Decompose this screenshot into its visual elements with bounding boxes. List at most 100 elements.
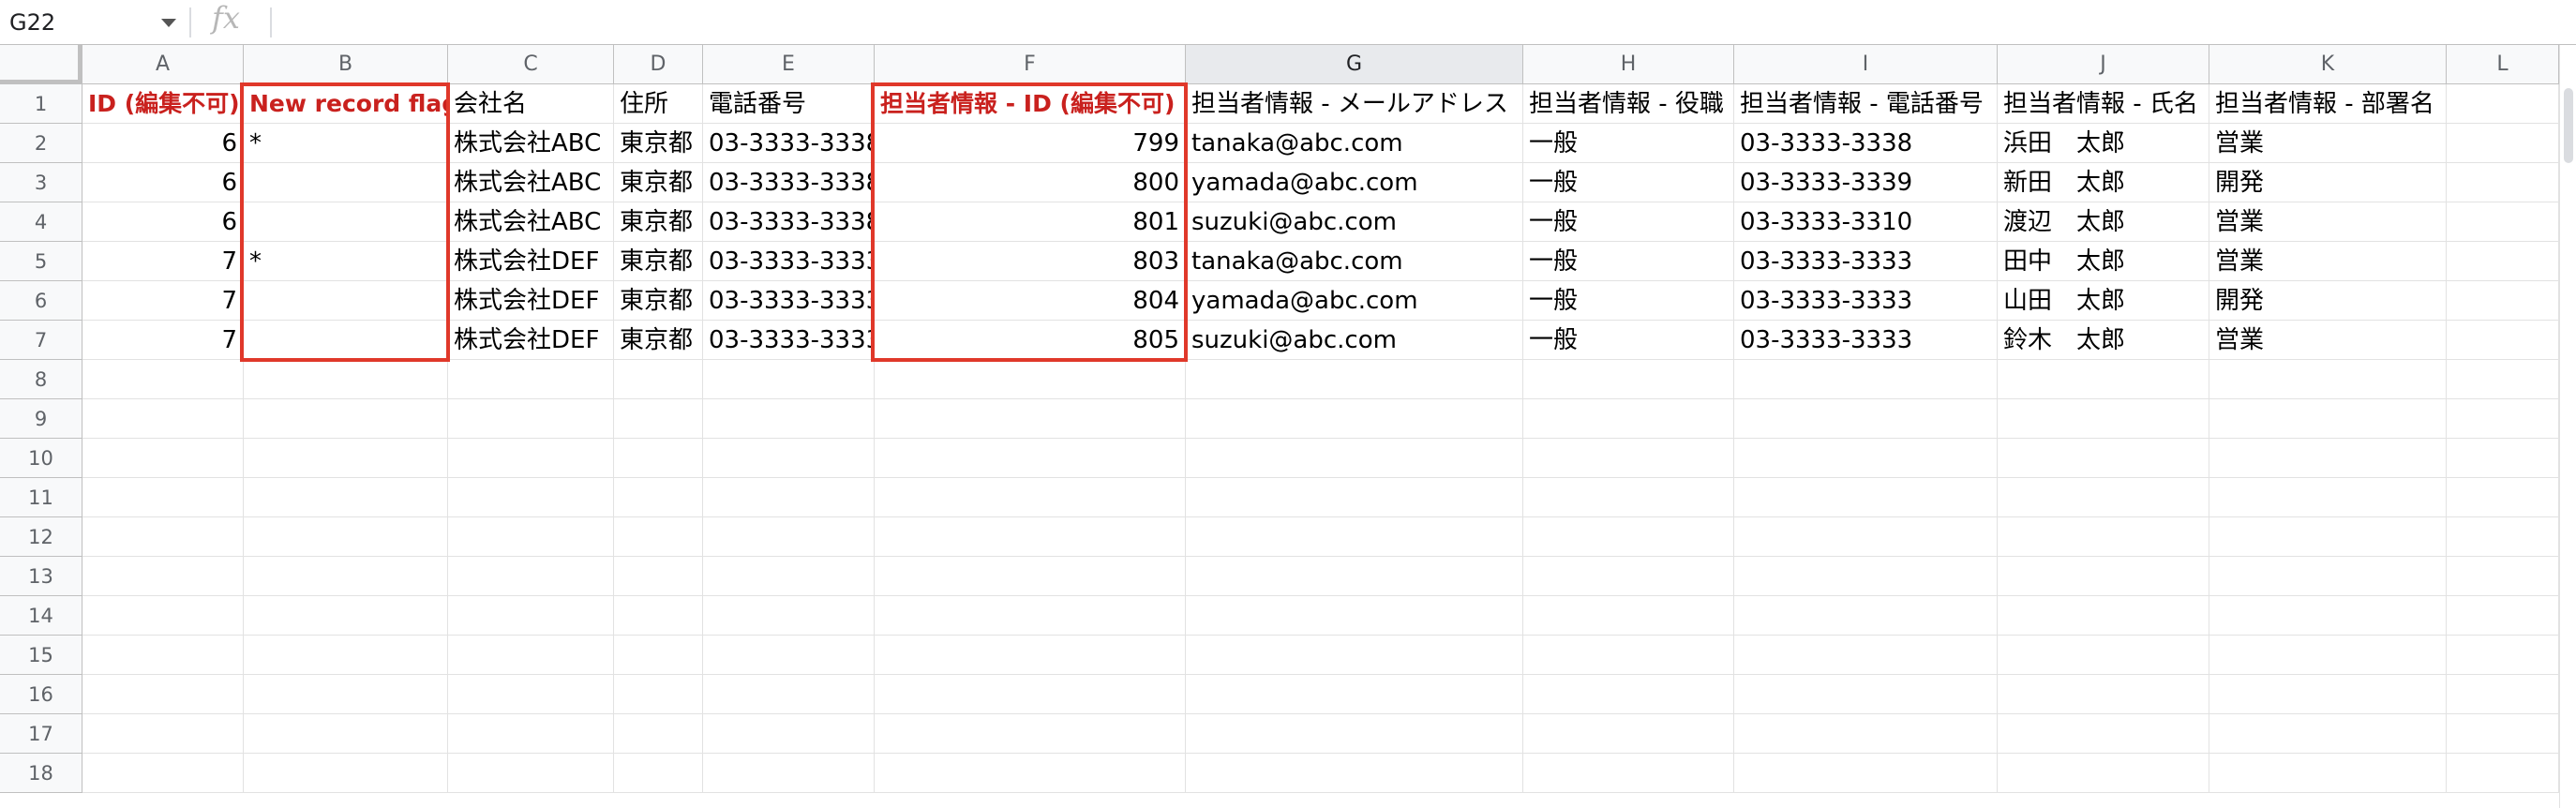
cell-f18[interactable]: [875, 754, 1186, 793]
cell-k9[interactable]: [2209, 399, 2447, 439]
header-cell-d[interactable]: 住所: [614, 84, 703, 124]
cell-i5[interactable]: 03-3333-3333: [1734, 242, 1998, 281]
row-header-16[interactable]: 16: [0, 675, 82, 714]
column-header-f[interactable]: F: [875, 45, 1186, 84]
cell-a12[interactable]: [82, 517, 244, 557]
cell-l2[interactable]: [2447, 124, 2559, 163]
cell-h18[interactable]: [1523, 754, 1734, 793]
cell-k18[interactable]: [2209, 754, 2447, 793]
cell-j11[interactable]: [1998, 478, 2209, 517]
cell-e13[interactable]: [703, 557, 875, 596]
cell-c9[interactable]: [448, 399, 614, 439]
cell-j2[interactable]: 浜田 太郎: [1998, 124, 2209, 163]
cell-l11[interactable]: [2447, 478, 2559, 517]
cell-b5[interactable]: *: [244, 242, 448, 281]
header-cell-k[interactable]: 担当者情報 - 部署名: [2209, 84, 2447, 124]
cell-d10[interactable]: [614, 439, 703, 478]
cell-i6[interactable]: 03-3333-3333: [1734, 281, 1998, 321]
cell-b17[interactable]: [244, 714, 448, 754]
header-cell-f[interactable]: 担当者情報 - ID (編集不可): [875, 84, 1186, 124]
cell-a15[interactable]: [82, 636, 244, 675]
header-cell-h[interactable]: 担当者情報 - 役職: [1523, 84, 1734, 124]
cell-l9[interactable]: [2447, 399, 2559, 439]
cell-a5[interactable]: 7: [82, 242, 244, 281]
column-header-h[interactable]: H: [1523, 45, 1734, 84]
cell-j12[interactable]: [1998, 517, 2209, 557]
cell-g4[interactable]: suzuki@abc.com: [1186, 202, 1523, 242]
cell-f13[interactable]: [875, 557, 1186, 596]
cell-b8[interactable]: [244, 360, 448, 399]
cell-l15[interactable]: [2447, 636, 2559, 675]
cell-f12[interactable]: [875, 517, 1186, 557]
cell-f3[interactable]: 800: [875, 163, 1186, 202]
cell-g8[interactable]: [1186, 360, 1523, 399]
cell-d7[interactable]: 東京都: [614, 321, 703, 360]
cell-c15[interactable]: [448, 636, 614, 675]
cell-d13[interactable]: [614, 557, 703, 596]
cell-e7[interactable]: 03-3333-3333: [703, 321, 875, 360]
cell-e15[interactable]: [703, 636, 875, 675]
row-header-5[interactable]: 5: [0, 242, 82, 281]
cell-g12[interactable]: [1186, 517, 1523, 557]
cell-j5[interactable]: 田中 太郎: [1998, 242, 2209, 281]
name-box-reference[interactable]: G22: [9, 9, 55, 36]
cell-h15[interactable]: [1523, 636, 1734, 675]
cell-c16[interactable]: [448, 675, 614, 714]
cell-k7[interactable]: 営業: [2209, 321, 2447, 360]
cell-j17[interactable]: [1998, 714, 2209, 754]
cell-a10[interactable]: [82, 439, 244, 478]
cell-f14[interactable]: [875, 596, 1186, 636]
cell-j4[interactable]: 渡辺 太郎: [1998, 202, 2209, 242]
row-header-13[interactable]: 13: [0, 557, 82, 596]
cell-b12[interactable]: [244, 517, 448, 557]
column-header-d[interactable]: D: [614, 45, 703, 84]
cell-e12[interactable]: [703, 517, 875, 557]
cell-l6[interactable]: [2447, 281, 2559, 321]
cell-j15[interactable]: [1998, 636, 2209, 675]
cell-i4[interactable]: 03-3333-3310: [1734, 202, 1998, 242]
cell-b6[interactable]: [244, 281, 448, 321]
cell-b11[interactable]: [244, 478, 448, 517]
row-header-2[interactable]: 2: [0, 124, 82, 163]
cell-b9[interactable]: [244, 399, 448, 439]
cell-f17[interactable]: [875, 714, 1186, 754]
cell-d18[interactable]: [614, 754, 703, 793]
cell-l13[interactable]: [2447, 557, 2559, 596]
cell-d9[interactable]: [614, 399, 703, 439]
cell-k16[interactable]: [2209, 675, 2447, 714]
row-header-15[interactable]: 15: [0, 636, 82, 675]
cell-d17[interactable]: [614, 714, 703, 754]
cell-b16[interactable]: [244, 675, 448, 714]
cell-l10[interactable]: [2447, 439, 2559, 478]
cell-k10[interactable]: [2209, 439, 2447, 478]
cell-a6[interactable]: 7: [82, 281, 244, 321]
cell-h13[interactable]: [1523, 557, 1734, 596]
column-header-e[interactable]: E: [703, 45, 875, 84]
header-cell-g[interactable]: 担当者情報 - メールアドレス: [1186, 84, 1523, 124]
column-header-l[interactable]: L: [2447, 45, 2559, 84]
row-header-1[interactable]: 1: [0, 84, 82, 124]
cell-c17[interactable]: [448, 714, 614, 754]
cell-d3[interactable]: 東京都: [614, 163, 703, 202]
cell-e10[interactable]: [703, 439, 875, 478]
cell-j3[interactable]: 新田 太郎: [1998, 163, 2209, 202]
cell-d6[interactable]: 東京都: [614, 281, 703, 321]
cell-h6[interactable]: 一般: [1523, 281, 1734, 321]
cell-g13[interactable]: [1186, 557, 1523, 596]
cell-l17[interactable]: [2447, 714, 2559, 754]
cell-d16[interactable]: [614, 675, 703, 714]
cell-a8[interactable]: [82, 360, 244, 399]
cell-i13[interactable]: [1734, 557, 1998, 596]
cell-h8[interactable]: [1523, 360, 1734, 399]
cell-g11[interactable]: [1186, 478, 1523, 517]
cell-e11[interactable]: [703, 478, 875, 517]
row-header-17[interactable]: 17: [0, 714, 82, 754]
row-header-18[interactable]: 18: [0, 754, 82, 793]
cell-f5[interactable]: 803: [875, 242, 1186, 281]
vertical-scrollbar[interactable]: [2559, 45, 2576, 808]
column-header-c[interactable]: C: [448, 45, 614, 84]
cell-j8[interactable]: [1998, 360, 2209, 399]
scrollbar-thumb[interactable]: [2564, 88, 2573, 163]
cell-k14[interactable]: [2209, 596, 2447, 636]
cell-c4[interactable]: 株式会社ABC: [448, 202, 614, 242]
